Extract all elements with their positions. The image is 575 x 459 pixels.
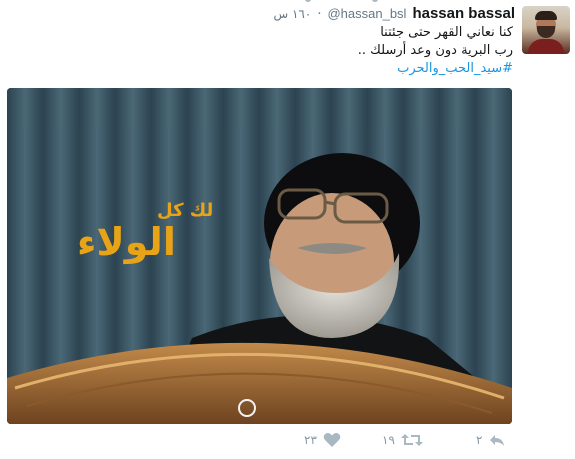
user-handle[interactable]: @hassan_bsl <box>327 6 406 21</box>
reply-icon <box>490 435 505 446</box>
retweet-count: ١٩ <box>382 433 395 447</box>
tweet-text-line-2: رب البرية دون وعد أرسلك .. <box>357 43 513 58</box>
reply-button[interactable]: ٢ <box>476 432 506 448</box>
like-button[interactable]: ٢٣ <box>304 432 341 448</box>
tweet-actions: ٢ ١٩ ٢٣ <box>0 432 575 456</box>
like-count: ٢٣ <box>304 433 317 447</box>
display-name[interactable]: hassan bassal <box>412 5 515 22</box>
tweet-media-image[interactable]: لك كل الولاء <box>7 88 512 424</box>
retweet-button[interactable]: ١٩ <box>382 432 423 448</box>
retweet-icon <box>400 434 423 446</box>
avatar[interactable] <box>522 6 570 54</box>
timestamp[interactable]: ١٦٠ س <box>274 7 312 21</box>
heart-icon <box>323 433 341 447</box>
edge-dot <box>372 0 378 2</box>
edge-dot <box>305 0 311 2</box>
overlay-caption-large: الولاء <box>77 220 176 264</box>
tweet-text-line-1: كنا نعاني القهر حتى جئتنا <box>380 25 513 40</box>
tweet-text: كنا نعاني القهر حتى جئتنا رب البرية دون … <box>153 24 513 78</box>
hashtag-link[interactable]: #سيد_الحب_والحرب <box>153 60 513 78</box>
overlay-caption-small: لك كل <box>157 200 214 221</box>
reply-count: ٢ <box>476 433 483 447</box>
tweet-header: hassan bassal @hassan_bsl · ١٦٠ س <box>274 5 515 25</box>
separator: · <box>317 7 322 22</box>
